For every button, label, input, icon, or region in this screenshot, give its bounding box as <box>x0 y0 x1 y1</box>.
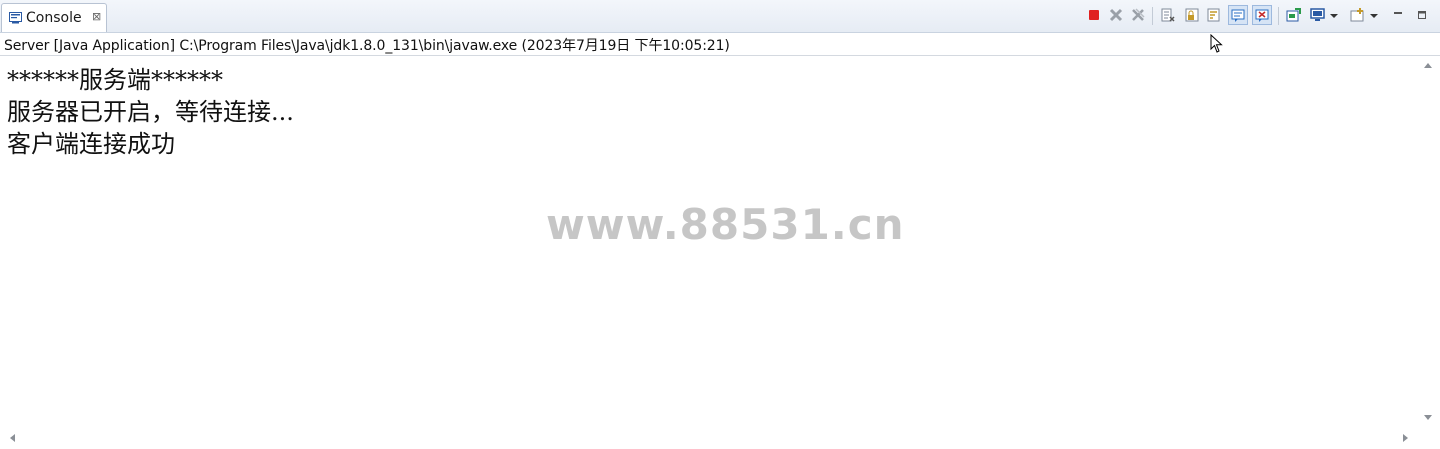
scroll-up-icon[interactable] <box>1423 61 1433 69</box>
toolbar-separator <box>1278 7 1279 25</box>
console-output-line: ******服务端****** <box>7 66 223 94</box>
console-view: Console ⊠ Server [Java Application] C:\P… <box>0 0 1440 449</box>
display-console-icon <box>1310 8 1325 21</box>
maximize-icon <box>1418 11 1426 19</box>
console-output-line: 服务器已开启，等待连接... <box>7 98 294 126</box>
show-on-stdout-button[interactable] <box>1228 5 1248 25</box>
minimize-icon <box>1394 12 1402 14</box>
scroll-down-icon[interactable] <box>1423 414 1433 422</box>
scroll-left-icon[interactable] <box>8 433 16 443</box>
console-output-line: 客户端连接成功 <box>7 130 175 158</box>
console-toolbar <box>1080 5 1440 27</box>
scroll-right-icon[interactable] <box>1402 433 1410 443</box>
pin-console-icon <box>1286 8 1301 22</box>
clear-console-icon <box>1161 8 1175 22</box>
scroll-lock-icon <box>1185 8 1199 22</box>
show-on-stdout-icon <box>1231 9 1245 22</box>
pin-console-button[interactable] <box>1284 5 1304 25</box>
minimize-view-button[interactable] <box>1388 5 1408 25</box>
chevron-down-icon <box>1370 14 1378 18</box>
remove-launch-button[interactable] <box>1106 5 1126 25</box>
view-tab-bar: Console ⊠ <box>0 0 1440 33</box>
process-description: Server [Java Application] C:\Program Fil… <box>4 38 730 54</box>
open-console-dropdown[interactable] <box>1368 5 1380 25</box>
word-wrap-icon <box>1207 8 1220 22</box>
chevron-down-icon <box>1330 14 1338 18</box>
tab-console[interactable]: Console ⊠ <box>1 3 107 32</box>
close-icon[interactable]: ⊠ <box>92 10 101 24</box>
remove-launch-icon <box>1109 8 1123 22</box>
display-console-button[interactable] <box>1308 5 1328 25</box>
open-console-button[interactable] <box>1348 5 1368 25</box>
show-on-stderr-icon <box>1255 9 1269 22</box>
display-console-dropdown[interactable] <box>1328 5 1340 25</box>
terminate-icon <box>1089 10 1099 20</box>
terminate-button[interactable] <box>1084 5 1104 25</box>
console-icon <box>9 12 22 24</box>
maximize-view-button[interactable] <box>1412 5 1432 25</box>
toolbar-separator <box>1152 7 1153 25</box>
tab-console-label: Console <box>26 10 82 26</box>
mouse-cursor-icon <box>1210 34 1223 53</box>
remove-all-terminated-icon <box>1132 8 1145 21</box>
remove-all-terminated-button[interactable] <box>1128 5 1148 25</box>
watermark: www.88531.cn <box>546 200 905 249</box>
clear-console-button[interactable] <box>1158 5 1178 25</box>
scroll-lock-button[interactable] <box>1182 5 1202 25</box>
word-wrap-button[interactable] <box>1204 5 1224 25</box>
vertical-scrollbar[interactable] <box>1414 56 1433 428</box>
horizontal-scrollbar[interactable] <box>0 428 1414 446</box>
open-console-icon <box>1350 8 1364 22</box>
show-on-stderr-button[interactable] <box>1252 5 1272 25</box>
